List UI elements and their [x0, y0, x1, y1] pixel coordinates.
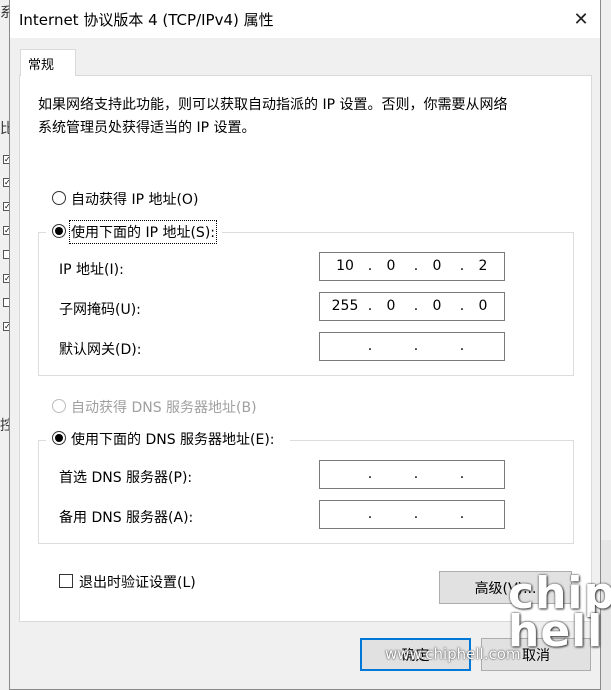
description-line: 系统管理员处获得适当的 IP 设置。 [38, 120, 256, 136]
preferred-dns-input[interactable]: . . . [319, 460, 505, 489]
ip-octet[interactable]: 2 [468, 258, 498, 274]
ip-octet[interactable]: 0 [376, 258, 406, 274]
mask-octet[interactable]: 0 [422, 298, 452, 314]
ip-address-input[interactable]: 10 . 0 . 0 . 2 [319, 252, 505, 281]
manual-ip-radio[interactable] [52, 224, 66, 238]
manual-dns-label[interactable]: 使用下面的 DNS 服务器地址(E): [71, 429, 275, 449]
description-text: 如果网络支持此功能，则可以获取自动指派的 IP 设置。否则，你需要从网络 系统管… [38, 94, 558, 140]
validate-on-exit-checkbox[interactable] [59, 574, 73, 588]
auto-dns-radio[interactable] [52, 399, 66, 413]
watermark-logo: chip hell [508, 568, 611, 657]
ip-address-label: IP 地址(I): [59, 262, 124, 278]
auto-ip-label[interactable]: 自动获得 IP 地址(O) [71, 189, 198, 209]
default-gateway-input[interactable]: . . . [319, 332, 505, 361]
mask-octet[interactable]: 0 [468, 298, 498, 314]
default-gateway-label: 默认网关(D): [59, 342, 142, 358]
validate-on-exit-label[interactable]: 退出时验证设置(L) [79, 572, 196, 592]
auto-ip-radio[interactable] [52, 191, 66, 205]
alternate-dns-input[interactable]: . . . [319, 500, 505, 529]
manual-ip-label[interactable]: 使用下面的 IP 地址(S): [69, 220, 217, 244]
auto-dns-label: 自动获得 DNS 服务器地址(B) [71, 400, 257, 416]
tab-general[interactable]: 常规 [20, 49, 76, 76]
close-icon: ✕ [573, 8, 589, 30]
ip-octet[interactable]: 0 [422, 258, 452, 274]
mask-octet[interactable]: 0 [376, 298, 406, 314]
alternate-dns-label: 备用 DNS 服务器(A): [59, 510, 194, 526]
mask-octet[interactable]: 255 [330, 298, 360, 314]
close-button[interactable]: ✕ [562, 0, 600, 38]
manual-dns-radio[interactable] [52, 431, 66, 445]
description-line: 如果网络支持此功能，则可以获取自动指派的 IP 设置。否则，你需要从网络 [38, 97, 508, 113]
ip-octet[interactable]: 10 [330, 258, 360, 274]
preferred-dns-label: 首选 DNS 服务器(P): [59, 470, 193, 486]
subnet-mask-label: 子网掩码(U): [59, 302, 141, 318]
watermark-text: www.chiphell.com [385, 645, 521, 663]
dialog-title: Internet 协议版本 4 (TCP/IPv4) 属性 [19, 11, 274, 29]
subnet-mask-input[interactable]: 255 . 0 . 0 . 0 [319, 292, 505, 321]
